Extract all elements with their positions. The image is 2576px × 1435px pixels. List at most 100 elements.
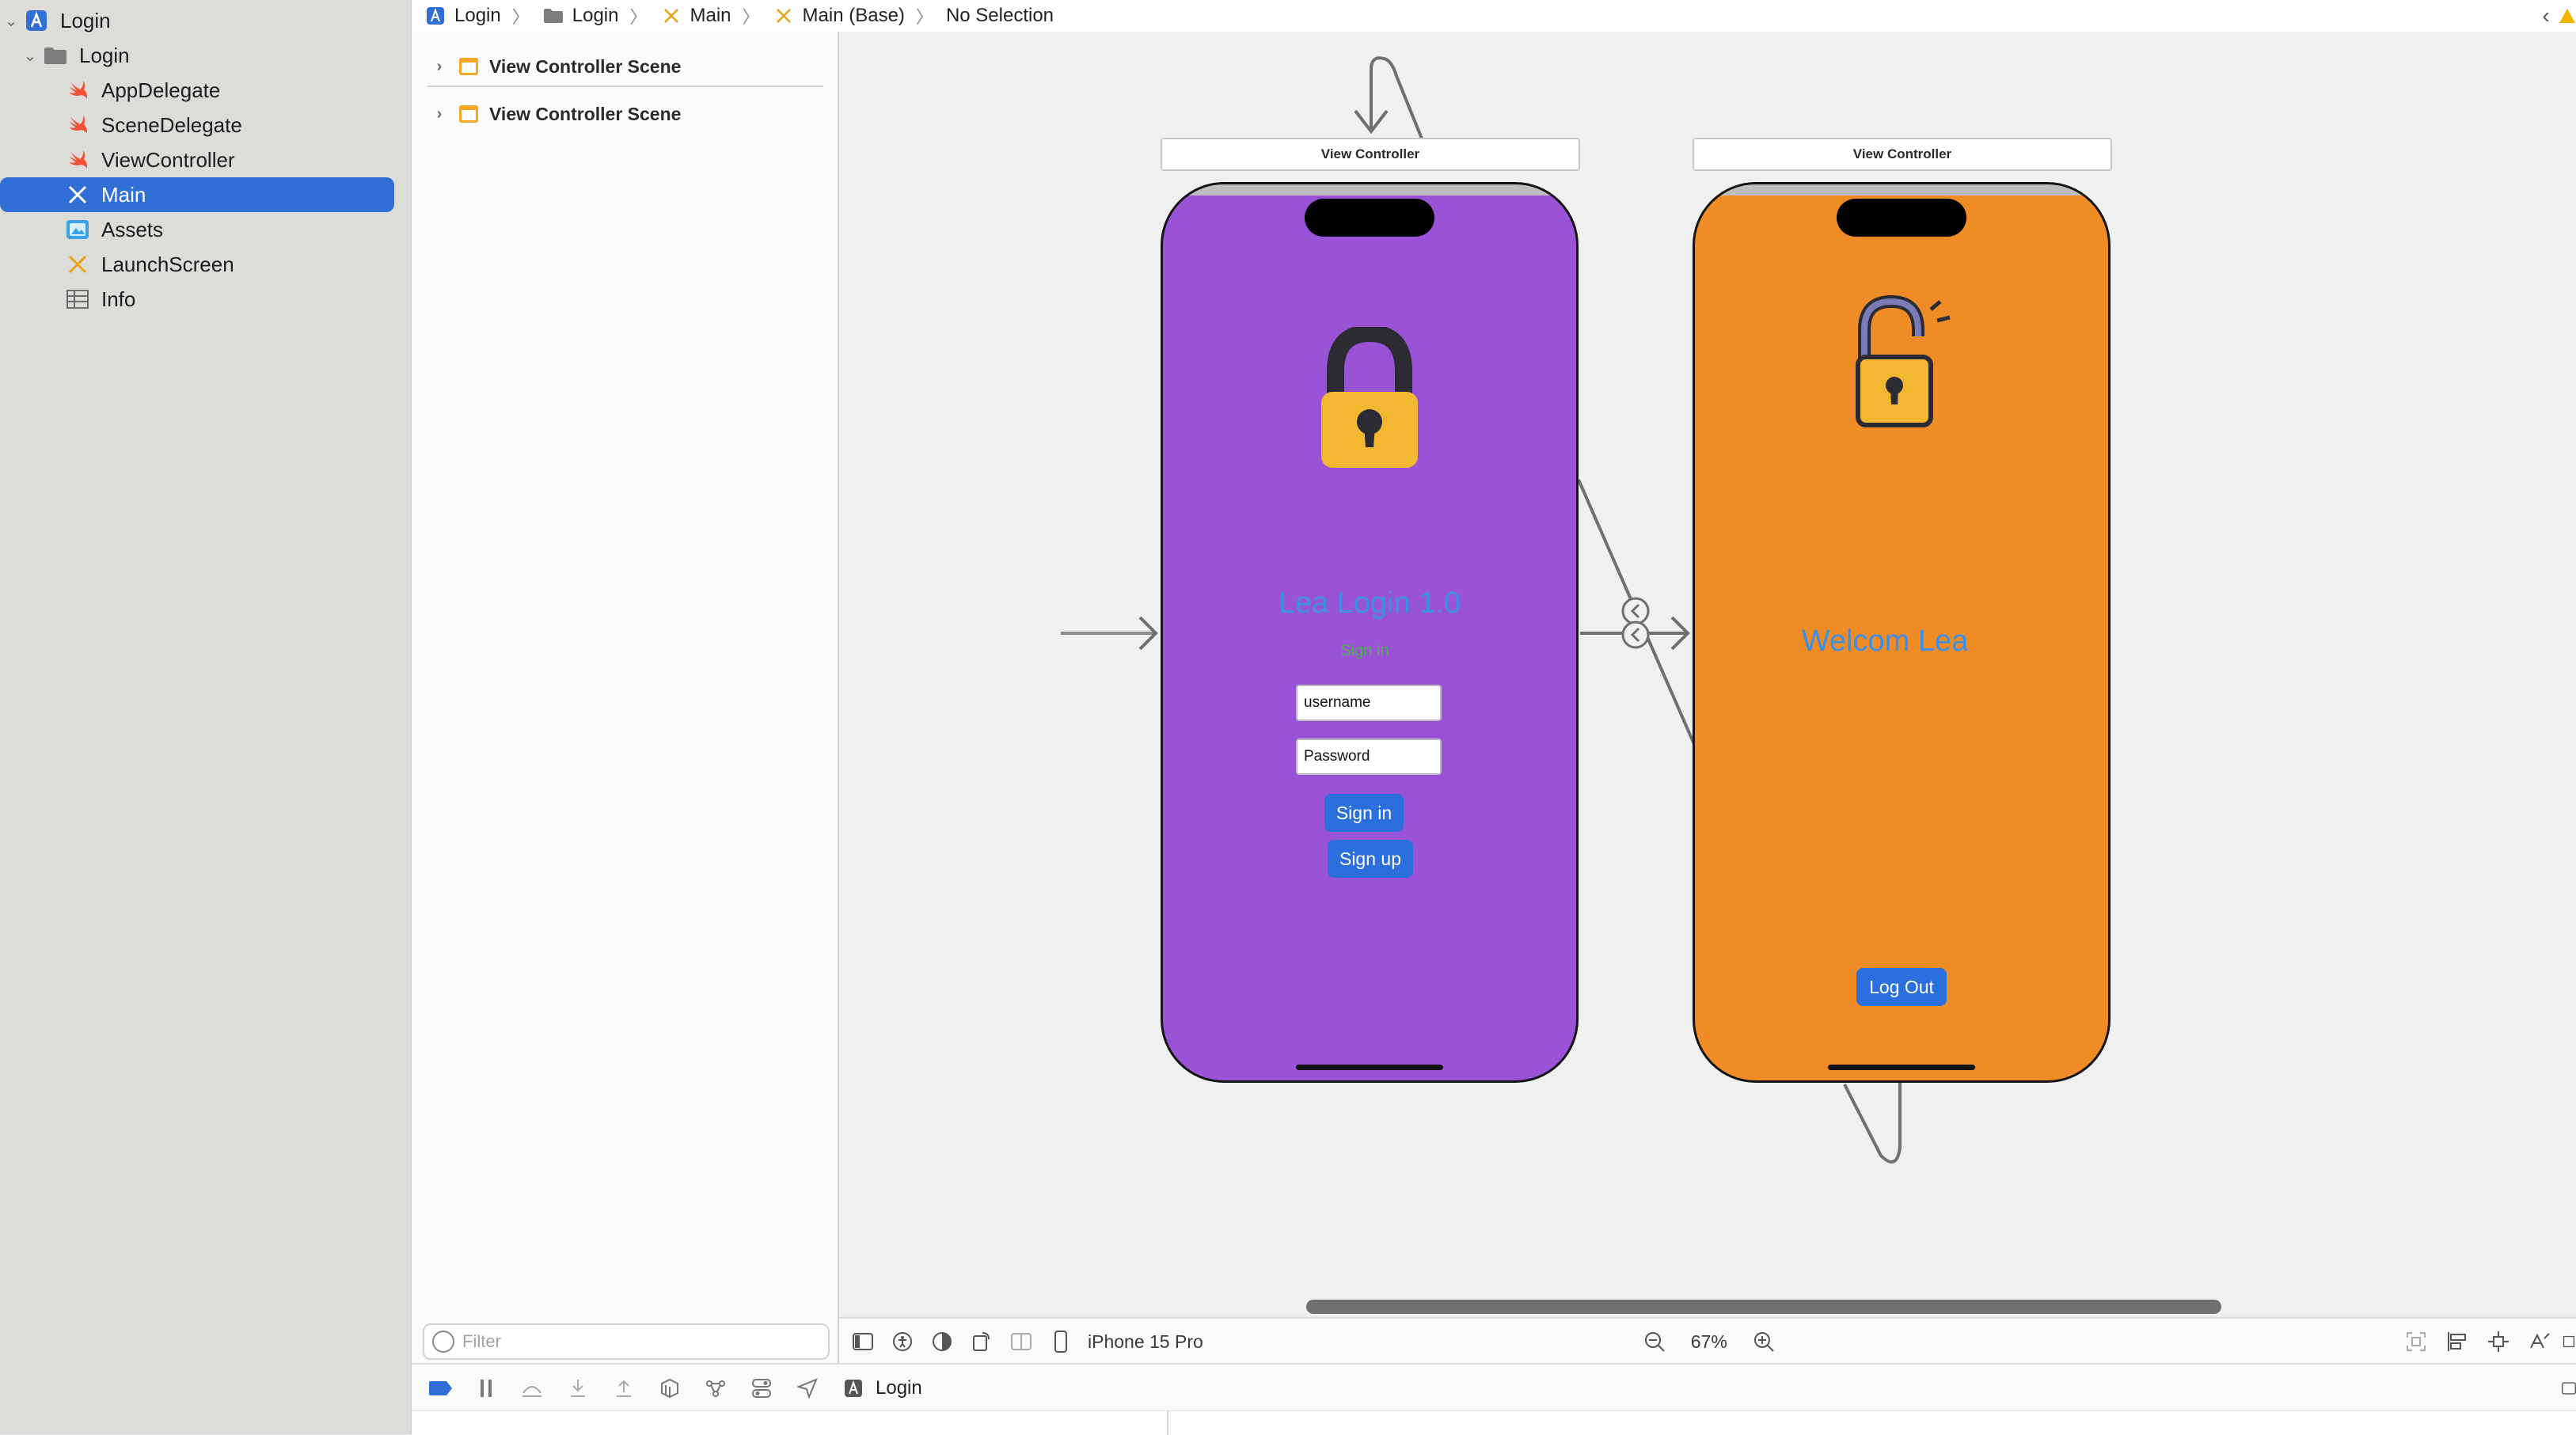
simulate-location-icon[interactable] [795, 1376, 820, 1401]
chevron-right-icon[interactable]: › [427, 58, 451, 76]
nav-item-label: LaunchScreen [101, 252, 234, 276]
nav-item-label: SceneDelegate [101, 112, 242, 137]
orientation-icon[interactable] [969, 1329, 994, 1354]
chevron-right-icon: 〉 [742, 7, 760, 27]
scene-label: View Controller Scene [489, 55, 682, 77]
device-selector[interactable]: iPhone 15 Pro [1088, 1331, 1203, 1353]
login-heading: Lea Login 1.0 [1278, 587, 1461, 620]
login-view-controller-device[interactable]: Lea Login 1.0 Sign in username Password … [1161, 182, 1579, 1083]
nav-file-launchscreen[interactable]: LaunchScreen [63, 247, 394, 282]
folder-icon [41, 41, 70, 70]
welcome-heading: Welcom Lea [1801, 624, 1969, 658]
login-subheading: Sign in [1340, 642, 1389, 659]
step-over-icon[interactable] [519, 1376, 545, 1401]
step-out-icon[interactable] [611, 1376, 636, 1401]
outline-scene-row[interactable]: › View Controller Scene [427, 92, 823, 136]
filter-icon [432, 1331, 454, 1353]
swift-icon [63, 76, 92, 104]
nav-item-project[interactable]: ⌄ Login [0, 3, 394, 38]
storyboard-canvas[interactable]: View Controller Lea Login 1.0 Sign in us… [839, 32, 2576, 1315]
scene-icon [458, 55, 480, 78]
environment-overrides-icon[interactable] [749, 1376, 774, 1401]
view-controller-title-bar[interactable]: View Controller [1161, 138, 1580, 171]
split-view-icon[interactable] [1009, 1329, 1034, 1354]
vc-title-label: View Controller [1852, 146, 1952, 161]
nav-item-group[interactable]: ⌄ Login [19, 38, 413, 73]
nav-file-assets[interactable]: Assets [63, 212, 394, 247]
status-bar-area [1695, 184, 2108, 196]
swift-icon [63, 111, 92, 139]
dynamic-island [1305, 199, 1434, 237]
chevron-right-icon[interactable]: › [427, 105, 451, 123]
warning-icon[interactable] [2559, 3, 2576, 28]
step-into-icon[interactable] [565, 1376, 591, 1401]
lock-icon [1318, 324, 1421, 469]
breakpoints-toggle-icon[interactable] [427, 1376, 453, 1401]
breadcrumb-item[interactable]: Main 〉 [648, 3, 760, 28]
embed-in-icon[interactable] [2562, 1329, 2576, 1354]
nav-item-label: Main [101, 182, 146, 207]
device-icon[interactable] [1048, 1329, 1073, 1354]
jump-bar: Login 〉 Login 〉 Main 〉 Main (Base) 〉 No … [412, 0, 2576, 32]
scheme-label[interactable]: Login [876, 1377, 922, 1399]
status-bar-area [1163, 184, 1576, 196]
breadcrumb-label: Login [454, 5, 501, 26]
unlocked-lock-icon [1853, 294, 1964, 438]
chevron-right-icon: 〉 [629, 7, 648, 27]
storyboard-icon [63, 180, 92, 209]
storyboard-icon [773, 5, 795, 27]
log-out-button[interactable]: Log Out [1856, 968, 1947, 1006]
breadcrumb-item[interactable]: Login 〉 [412, 3, 530, 28]
nav-item-label: Login [79, 43, 130, 67]
nav-file-appdelegate[interactable]: AppDelegate [63, 73, 394, 108]
breadcrumb-item[interactable]: Login 〉 [530, 3, 648, 28]
align-icon[interactable] [2445, 1329, 2470, 1354]
update-frames-icon[interactable] [2403, 1329, 2429, 1354]
welcome-view-controller-device[interactable]: Welcom Lea Log Out [1693, 182, 2111, 1083]
breadcrumb-item[interactable]: Main (Base) 〉 [760, 3, 933, 28]
resolve-issues-icon[interactable] [2527, 1329, 2552, 1354]
storyboard-icon [660, 5, 682, 27]
debug-view-hierarchy-icon[interactable] [657, 1376, 682, 1401]
appearance-icon[interactable] [929, 1329, 955, 1354]
nav-file-main[interactable]: Main [0, 177, 394, 212]
sign-in-button[interactable]: Sign in [1324, 794, 1404, 832]
nav-file-viewcontroller[interactable]: ViewController [63, 142, 394, 177]
canvas-bottom-bar: iPhone 15 Pro 67% [839, 1317, 2576, 1365]
breadcrumb-item[interactable]: No Selection [933, 5, 1054, 27]
vc-title-label: View Controller [1320, 146, 1420, 161]
nav-file-info[interactable]: Info [63, 282, 394, 317]
nav-item-label: Assets [101, 217, 164, 241]
sign-up-button[interactable]: Sign up [1328, 840, 1413, 878]
chevron-down-icon[interactable]: ⌄ [0, 11, 22, 31]
add-constraints-icon[interactable] [2486, 1329, 2511, 1354]
console-toggle-icon[interactable] [2562, 1376, 2576, 1401]
breadcrumb-label: Main (Base) [802, 5, 905, 26]
nav-file-scenedelegate[interactable]: SceneDelegate [63, 108, 394, 142]
chevron-right-icon: 〉 [915, 7, 933, 27]
project-navigator: ⌄ Login ⌄ Login AppDelegate SceneDelegat… [0, 0, 412, 1434]
nav-item-label: AppDelegate [101, 78, 221, 102]
chevron-down-icon[interactable]: ⌄ [19, 46, 41, 66]
xcode-project-icon [841, 1376, 866, 1401]
memory-graph-icon[interactable] [703, 1376, 728, 1401]
breadcrumb-label: No Selection [945, 5, 1054, 26]
nav-item-label: ViewController [101, 147, 235, 172]
accessibility-icon[interactable] [890, 1329, 915, 1354]
nav-item-label: Login [60, 8, 111, 32]
view-controller-title-bar[interactable]: View Controller [1693, 138, 2112, 171]
outline-filter-field[interactable]: Filter [423, 1323, 830, 1360]
outline-scene-row[interactable]: › View Controller Scene [427, 44, 823, 89]
zoom-level[interactable]: 67% [1691, 1331, 1727, 1353]
chevron-left-icon[interactable]: ‹ [2533, 3, 2559, 28]
zoom-in-icon[interactable] [1751, 1329, 1776, 1354]
canvas-horizontal-scrollbar[interactable] [1306, 1300, 2221, 1314]
password-field[interactable]: Password [1296, 738, 1442, 775]
nav-item-label: Info [101, 287, 136, 311]
debug-area [412, 1410, 2576, 1435]
home-indicator [1296, 1065, 1443, 1070]
username-field[interactable]: username [1296, 685, 1442, 721]
zoom-out-icon[interactable] [1642, 1329, 1667, 1354]
toggle-outline-icon[interactable] [850, 1329, 876, 1354]
pause-icon[interactable] [473, 1376, 499, 1401]
